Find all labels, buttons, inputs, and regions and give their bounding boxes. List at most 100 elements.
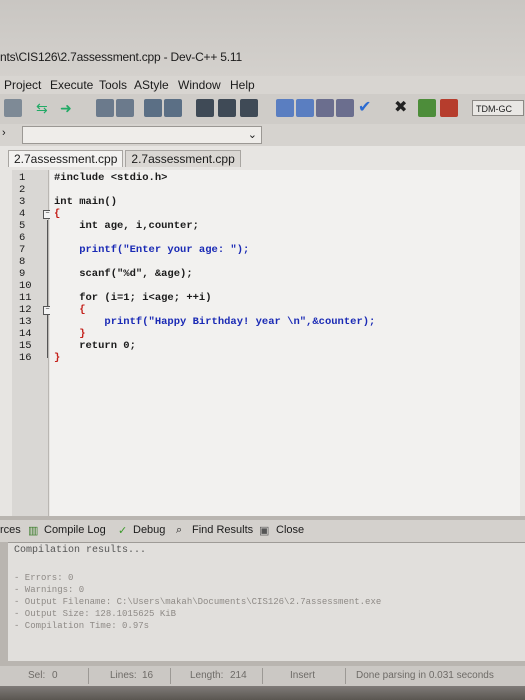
- back-icon[interactable]: [196, 99, 214, 117]
- code-line: return 0;: [54, 340, 136, 352]
- chevron-right-icon[interactable]: ›: [2, 127, 6, 139]
- tab-file-1[interactable]: 2.7assessment.cpp: [8, 150, 124, 167]
- status-bar: Sel: 0 Lines: 16 Length: 214 Insert Done…: [0, 666, 525, 686]
- profile-icon[interactable]: [440, 99, 458, 117]
- status-mode: Insert: [290, 670, 316, 681]
- code-line: printf("Happy Birthday! year \n",&counte…: [54, 316, 376, 328]
- line-number: 8: [19, 256, 26, 268]
- compiler-selector[interactable]: TDM-GC: [472, 100, 524, 116]
- debug-check-icon: ✓: [118, 525, 128, 537]
- line-number: 4: [19, 208, 26, 220]
- status-separator: [345, 668, 346, 684]
- run-icon[interactable]: [296, 99, 314, 117]
- tab-resources[interactable]: rces: [0, 524, 21, 536]
- class-toolbar: › ⌄: [0, 124, 525, 147]
- print-icon[interactable]: [4, 99, 22, 117]
- status-sel-label: Sel:: [28, 670, 46, 681]
- bookmark-icon[interactable]: [164, 99, 182, 117]
- compile-icon[interactable]: [276, 99, 294, 117]
- window-title: nts\CIS126\2.7assessment.cpp - Dev-C++ 5…: [0, 50, 242, 64]
- close-icon[interactable]: ✖: [394, 99, 412, 117]
- menu-project[interactable]: Project: [4, 78, 41, 92]
- chevron-down-icon: ⌄: [247, 129, 257, 141]
- tab-compile-log[interactable]: Compile Log: [44, 524, 106, 536]
- close-panel-icon: ▣: [259, 525, 270, 537]
- line-number: 11: [19, 292, 32, 304]
- status-separator: [88, 668, 89, 684]
- code-line: }: [54, 328, 86, 340]
- line-number-gutter: 1 2 3 4 5 6 7 8 9 10 11 12 13 14 15 16 −…: [12, 170, 52, 516]
- line-number: 6: [19, 232, 26, 244]
- code-line: int age, i,counter;: [54, 220, 199, 232]
- menu-window[interactable]: Window: [178, 78, 221, 92]
- result-line: - Output Filename: C:\Users\makah\Docume…: [14, 597, 382, 607]
- tab-file-2[interactable]: 2.7assessment.cpp: [125, 150, 241, 167]
- code-line: {: [54, 304, 86, 316]
- status-separator: [262, 668, 263, 684]
- status-lines-value: 16: [142, 670, 154, 681]
- editor-tabs: 2.7assessment.cpp 2.7assessment.cpp: [8, 150, 243, 168]
- function-selector[interactable]: ⌄: [22, 126, 262, 144]
- code-line: {: [54, 208, 61, 220]
- code-editor[interactable]: #include <stdio.h> int main() { int age,…: [50, 170, 520, 516]
- find-results-icon: ⌕: [176, 524, 183, 536]
- code-line: int main(): [54, 196, 118, 208]
- line-number: 9: [19, 268, 26, 280]
- check-icon[interactable]: ✔: [358, 99, 376, 117]
- monitor-bezel: [0, 686, 525, 700]
- status-sel-value: 0: [52, 670, 58, 681]
- indent-icon[interactable]: ⇆: [36, 99, 54, 117]
- status-separator: [170, 668, 171, 684]
- code-line: }: [54, 352, 61, 364]
- result-line: - Errors: 0: [14, 573, 74, 583]
- menu-help[interactable]: Help: [230, 78, 255, 92]
- line-number: 5: [19, 220, 26, 232]
- line-number: 12: [19, 304, 32, 316]
- line-number: 3: [19, 196, 26, 208]
- compile-log-icon: ▥: [28, 525, 39, 537]
- compile-results-panel[interactable]: Compilation results... - Errors: 0 - War…: [8, 542, 525, 661]
- result-line: - Compilation Time: 0.97s: [14, 621, 150, 631]
- tab-find-results[interactable]: Find Results: [192, 524, 253, 536]
- forward-icon[interactable]: [218, 99, 236, 117]
- results-header: Compilation results...: [14, 545, 147, 556]
- goto-icon[interactable]: [144, 99, 162, 117]
- editor-area: 2.7assessment.cpp 2.7assessment.cpp 1 2 3…: [0, 146, 525, 516]
- compiler-selector-label: TDM-GC: [476, 104, 512, 114]
- tab-debug[interactable]: Debug: [133, 524, 165, 536]
- line-number: 10: [19, 280, 32, 292]
- line-number: 16: [19, 352, 32, 364]
- code-line: scanf("%d", &age);: [54, 268, 193, 280]
- find-icon[interactable]: [96, 99, 114, 117]
- status-message: Done parsing in 0.031 seconds: [356, 670, 494, 681]
- code-line: #include <stdio.h>: [54, 172, 168, 184]
- menu-tools[interactable]: Tools: [99, 78, 127, 92]
- line-number: 1: [19, 172, 26, 184]
- result-line: - Warnings: 0: [14, 585, 85, 595]
- stop-icon[interactable]: [240, 99, 258, 117]
- result-line: - Output Size: 128.1015625 KiB: [14, 609, 177, 619]
- main-toolbar: ⇆ ➜ ✔ ✖ TDM-GC: [0, 94, 525, 125]
- fold-guide: [47, 220, 48, 358]
- redo-icon[interactable]: ➜: [60, 99, 78, 117]
- close-panel-button[interactable]: Close: [276, 524, 304, 536]
- menu-astyle[interactable]: AStyle: [134, 78, 169, 92]
- chart-icon[interactable]: [418, 99, 436, 117]
- line-number: 13: [19, 316, 32, 328]
- replace-icon[interactable]: [116, 99, 134, 117]
- code-line: printf("Enter your age: ");: [54, 244, 250, 256]
- line-number: 2: [19, 184, 26, 196]
- status-length-value: 214: [230, 670, 247, 681]
- line-number: 7: [19, 244, 26, 256]
- window-titlebar: nts\CIS126\2.7assessment.cpp - Dev-C++ 5…: [0, 0, 525, 78]
- compile-run-icon[interactable]: [316, 99, 334, 117]
- menu-execute[interactable]: Execute: [50, 78, 93, 92]
- rebuild-icon[interactable]: [336, 99, 354, 117]
- status-lines-label: Lines:: [110, 670, 137, 681]
- code-line: for (i=1; i<age; ++i): [54, 292, 212, 304]
- bottom-panel-tabs: rces ▥ Compile Log ✓ Debug ⌕ Find Result…: [0, 520, 525, 542]
- menubar: Project Execute Tools AStyle Window Help: [0, 76, 525, 94]
- line-number: 14: [19, 328, 32, 340]
- status-length-label: Length:: [190, 670, 224, 681]
- line-number: 15: [19, 340, 32, 352]
